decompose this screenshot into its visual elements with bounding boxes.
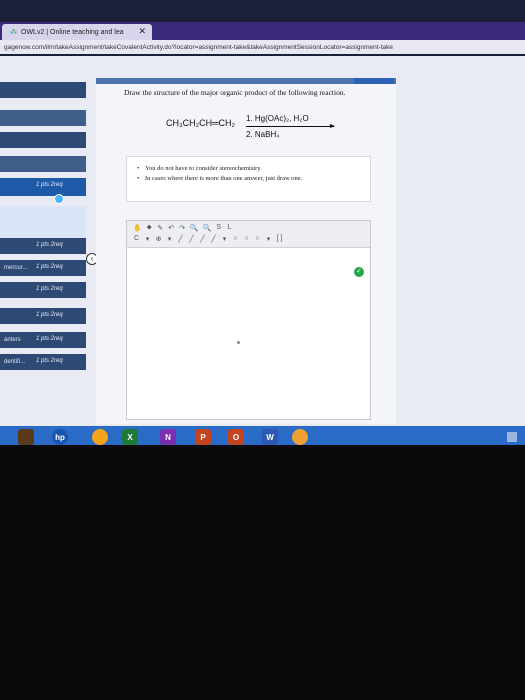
toolbar-row-1: ✋ ⬥ ✎ ↶ ↷ 🔍 🔍 S L — [133, 224, 233, 232]
tab-favicon-icon: ⁂ — [10, 29, 17, 36]
double-bond-icon[interactable]: ╱ — [188, 235, 195, 243]
sidebar-item-label: mercur... — [4, 265, 28, 271]
powerpoint-label: P — [200, 432, 206, 442]
sidebar-item[interactable]: 1 pts 2req — [0, 282, 86, 298]
current-item-indicator-icon — [54, 194, 64, 204]
page-content: 1 pts 2req 1 pts 2req mercur... 1 pts 2re… — [0, 56, 525, 426]
tray-icon[interactable] — [507, 432, 517, 442]
start-icon[interactable] — [18, 429, 34, 445]
select-tool-icon[interactable]: S — [215, 224, 222, 232]
carbon-atom-button[interactable]: C — [133, 235, 140, 243]
sidebar-item[interactable] — [0, 156, 86, 172]
canvas-cursor-dot — [237, 341, 240, 344]
hp-logo-icon[interactable]: hp — [52, 429, 68, 445]
current-item-panel — [0, 206, 86, 242]
reactant-formula: CH₃CH₂CH═CH₂ — [166, 118, 236, 128]
outlook-label: O — [232, 432, 240, 442]
reagent-step-2: 2. NaBH₄ — [246, 130, 280, 139]
eraser-tool-icon[interactable]: ⬥ — [146, 224, 153, 232]
editor-toolbar: ✋ ⬥ ✎ ↶ ↷ 🔍 🔍 S L C ▾ ⊕ ▾ ╱ ╱ ╱ ╱ ▾ ○ ○ … — [127, 221, 370, 248]
ring-icon[interactable]: ○ — [232, 235, 239, 243]
laptop-bezel — [0, 448, 525, 700]
sidebar-item[interactable]: 1 pts 2req — [0, 308, 86, 324]
ring-icon[interactable]: ○ — [254, 235, 261, 243]
powerpoint-icon[interactable]: P — [195, 429, 211, 445]
structure-drawing-editor[interactable]: ✋ ⬥ ✎ ↶ ↷ 🔍 🔍 S L C ▾ ⊕ ▾ ╱ ╱ ╱ ╱ ▾ ○ ○ … — [126, 220, 371, 420]
instruction-item: • You do not have to consider stereochemi… — [137, 165, 262, 172]
hp-logo-label: hp — [55, 432, 65, 442]
sidebar-item[interactable] — [0, 82, 86, 98]
sidebar-item[interactable]: 1 pts 2req — [0, 238, 86, 254]
sidebar-item[interactable]: dentifi... 1 pts 2req — [0, 354, 86, 370]
check-icon[interactable]: ✓ — [354, 267, 364, 277]
word-icon[interactable]: W — [262, 429, 278, 445]
undo-icon[interactable]: ↶ — [168, 224, 175, 232]
app-icon[interactable] — [292, 429, 308, 445]
sidebar-item-points: 1 pts 2req — [36, 286, 63, 292]
instruction-box: • You do not have to consider stereochemi… — [126, 156, 371, 202]
lasso-tool-icon[interactable]: L — [226, 224, 233, 232]
outlook-icon[interactable]: O — [228, 429, 244, 445]
toolbar-row-2: C ▾ ⊕ ▾ ╱ ╱ ╱ ╱ ▾ ○ ○ ○ ▾ [ ] — [133, 235, 283, 243]
chevron-down-icon[interactable]: ▾ — [265, 235, 272, 243]
browser-tab[interactable]: ⁂ OWLv2 | Online teaching and lea ✕ — [2, 24, 152, 40]
address-bar[interactable]: gagenow.com/ilrn/takeAssignment/takeCova… — [0, 40, 525, 54]
zoom-out-icon[interactable]: 🔍 — [202, 224, 211, 232]
instruction-text: You do not have to consider stereochemis… — [145, 165, 262, 172]
bracket-tool-icon[interactable]: [ ] — [276, 235, 283, 243]
sidebar-item-points: 1 pts 2req — [36, 182, 63, 188]
wedge-bond-icon[interactable]: ╱ — [199, 235, 206, 243]
sidebar-item[interactable]: mercur... 1 pts 2req — [0, 260, 86, 276]
instruction-item: • In cases where there is more than one a… — [137, 175, 303, 182]
onenote-icon[interactable]: N — [160, 429, 176, 445]
close-icon[interactable]: ✕ — [138, 26, 146, 37]
sidebar-item-points: 1 pts 2req — [36, 358, 63, 364]
browser-tabbar: ⁂ OWLv2 | Online teaching and lea ✕ — [0, 22, 525, 40]
reagent-step-1: 1. Hg(OAc)₂, H₂O — [246, 114, 309, 123]
sidebar-item[interactable]: anters 1 pts 2req — [0, 332, 86, 348]
onenote-label: N — [165, 432, 171, 442]
redo-icon[interactable]: ↷ — [179, 224, 186, 232]
excel-icon[interactable]: X — [122, 429, 138, 445]
sidebar-item-points: 1 pts 2req — [36, 336, 63, 342]
ring-icon[interactable]: ○ — [243, 235, 250, 243]
sidebar-item[interactable] — [0, 132, 86, 148]
question-prompt: Draw the structure of the major organic … — [124, 88, 346, 97]
chevron-down-icon[interactable]: ▾ — [221, 235, 228, 243]
sidebar-item-current[interactable]: 1 pts 2req — [0, 178, 86, 196]
charge-icon[interactable]: ⊕ — [155, 235, 162, 243]
sidebar-item-label: anters — [4, 337, 21, 343]
dash-bond-icon[interactable]: ╱ — [210, 235, 217, 243]
assignment-sidebar: 1 pts 2req 1 pts 2req mercur... 1 pts 2re… — [0, 82, 90, 382]
hand-tool-icon[interactable]: ✋ — [133, 224, 142, 232]
question-panel: Draw the structure of the major organic … — [96, 84, 396, 424]
pencil-tool-icon[interactable]: ✎ — [157, 224, 164, 232]
word-label: W — [266, 432, 274, 442]
single-bond-icon[interactable]: ╱ — [177, 235, 184, 243]
chevron-down-icon[interactable]: ▾ — [144, 235, 151, 243]
monitor-screen: ⁂ OWLv2 | Online teaching and lea ✕ gage… — [0, 0, 525, 445]
instruction-text: In cases where there is more than one an… — [145, 175, 303, 182]
sidebar-item-points: 1 pts 2req — [36, 264, 63, 270]
chrome-icon[interactable] — [92, 429, 108, 445]
reaction-arrow — [246, 124, 335, 128]
sidebar-item-points: 1 pts 2req — [36, 242, 63, 248]
excel-label: X — [127, 432, 133, 442]
chevron-down-icon[interactable]: ▾ — [166, 235, 173, 243]
taskbar: hp X N P O W — [0, 426, 525, 445]
sidebar-item[interactable] — [0, 110, 86, 126]
zoom-in-icon[interactable]: 🔍 — [190, 224, 199, 232]
tab-title: OWLv2 | Online teaching and lea — [21, 28, 124, 36]
sidebar-item-points: 1 pts 2req — [36, 312, 63, 318]
sidebar-item-label: dentifi... — [4, 359, 26, 365]
